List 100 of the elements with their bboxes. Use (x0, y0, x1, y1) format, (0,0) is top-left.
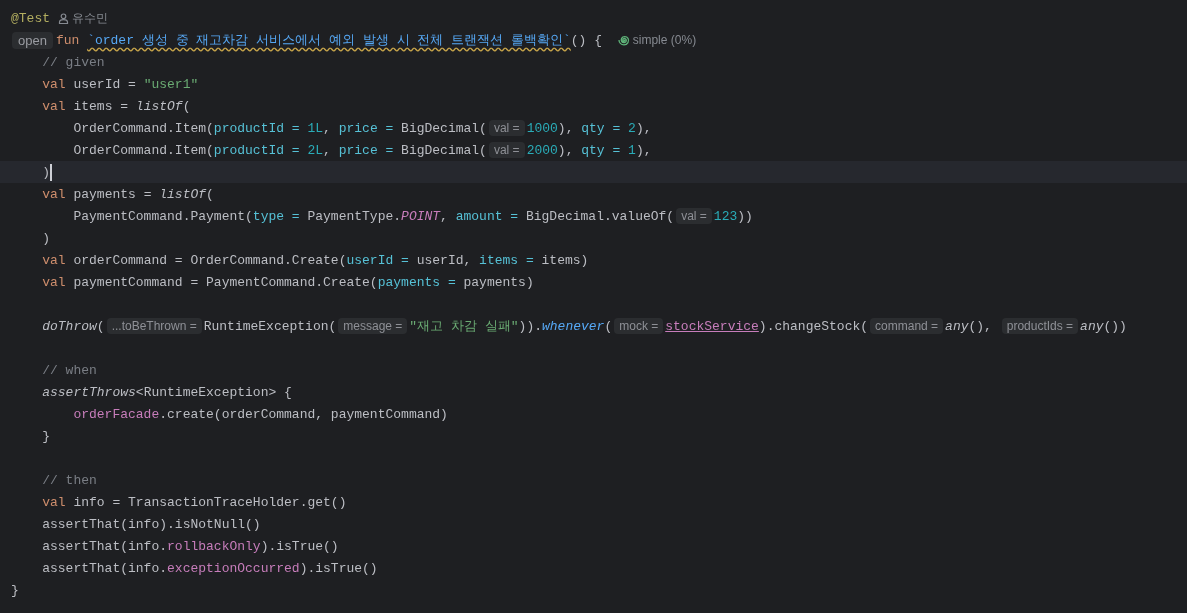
code-text: assertThat(info. (41, 538, 168, 554)
code-text: OrderCommand.Item( (72, 120, 214, 136)
code-text: ), (557, 120, 575, 136)
named-argument: productId = (213, 142, 301, 158)
code-text: ) (41, 230, 50, 246)
spiral-icon (617, 34, 630, 46)
code-text: ( (182, 98, 191, 114)
parameter-hint: mock = (614, 318, 664, 334)
code-text: , (323, 142, 332, 158)
annotation: @Test (11, 10, 50, 26)
keyword: val (41, 98, 67, 114)
function-call: listOf (135, 98, 183, 114)
code-text: BigDecimal( (401, 120, 487, 136)
code-text: ), (557, 142, 575, 158)
named-argument: items = (479, 252, 535, 268)
code-text: assertThat(info. (41, 560, 168, 576)
code-text: , (440, 208, 449, 224)
number-literal: 2L (307, 142, 324, 158)
code-text: () { (570, 32, 603, 48)
code-text: userId, (416, 252, 473, 268)
code-text: (), (968, 318, 993, 334)
code-text: BigDecimal.valueOf( (525, 208, 675, 224)
code-text: assertThat(info).isNotNull() (41, 516, 261, 532)
property-name: exceptionOccurred (167, 560, 300, 576)
parameter-hint: val = (676, 208, 712, 224)
string-literal: "재고 차감 실패" (409, 318, 519, 335)
code-text: PaymentType. (307, 208, 402, 224)
property-name: rollbackOnly (167, 538, 261, 554)
code-text: info = TransactionTraceHolder.get() (73, 494, 347, 510)
code-text: items = (73, 98, 130, 114)
number-literal: 123 (713, 208, 738, 224)
code-text: ( (96, 318, 105, 334)
code-text: ( (604, 318, 613, 334)
function-call: any (1080, 318, 1104, 334)
parameter-hint: command = (870, 318, 944, 334)
code-comment: // when (41, 362, 97, 378)
open-badge[interactable]: open (12, 31, 53, 49)
code-text: payments = (73, 186, 153, 202)
code-text: )). (518, 318, 542, 334)
keyword: val (41, 76, 67, 92)
code-text: orderCommand = OrderCommand.Create( (73, 252, 347, 268)
keyword: val (41, 186, 67, 202)
parameter-hint: productIds = (1001, 318, 1079, 334)
code-text: items) (541, 252, 589, 268)
keyword: val (41, 494, 67, 510)
keyword: val (41, 252, 67, 268)
variable-link[interactable]: stockService (665, 318, 759, 334)
function-call: assertThrows (41, 384, 136, 400)
named-argument: qty = (581, 120, 622, 136)
function-call: listOf (159, 186, 207, 202)
code-text: ()) (1103, 318, 1127, 334)
code-text: ).isTrue() (299, 560, 378, 576)
code-text: <RuntimeException> { (135, 384, 292, 400)
parameter-hint: val = (488, 120, 525, 136)
property-name: orderFacade (72, 406, 160, 422)
code-text: userId = (73, 76, 137, 92)
number-literal: 1 (628, 142, 636, 158)
number-literal: 2000 (526, 142, 558, 158)
code-text: OrderCommand.Item( (72, 142, 214, 158)
parameter-hint: ...toBeThrown = (106, 318, 202, 334)
code-comment: // then (41, 472, 97, 488)
code-text: RuntimeException( (203, 318, 337, 334)
code-text: BigDecimal( (401, 142, 487, 158)
code-text: , (323, 120, 332, 136)
code-text: ), (635, 120, 652, 136)
keyword: val (41, 274, 67, 290)
number-literal: 2 (628, 120, 636, 136)
code-text: ).isTrue() (260, 538, 339, 554)
code-text: payments) (463, 274, 534, 290)
code-text: } (41, 428, 50, 444)
named-argument: productId = (213, 120, 301, 136)
number-literal: 1L (307, 120, 324, 136)
number-literal: 1000 (526, 120, 558, 136)
code-text: .create(orderCommand, paymentCommand) (159, 406, 448, 422)
named-argument: amount = (455, 208, 520, 224)
enum-constant: POINT (401, 208, 441, 224)
keyword: fun (55, 32, 81, 48)
code-text: } (11, 582, 19, 598)
function-call: whenever (542, 318, 605, 334)
code-text: paymentCommand = PaymentCommand.Create( (73, 274, 378, 290)
author-name[interactable]: 유수민 (72, 9, 108, 27)
string-literal: "user1" (143, 76, 199, 92)
function-call: any (945, 318, 969, 334)
code-text: ).changeStock( (758, 318, 869, 334)
named-argument: price = (338, 120, 395, 136)
code-text: )) (737, 208, 753, 224)
code-text: ), (635, 142, 652, 158)
person-icon (58, 12, 69, 24)
complexity-hint[interactable]: simple (0%) (632, 33, 697, 47)
code-text: ( (206, 186, 214, 202)
named-argument: userId = (346, 252, 410, 268)
code-comment: // given (41, 54, 105, 70)
code-text: PaymentCommand.Payment( (72, 208, 253, 224)
function-call: doThrow (41, 318, 97, 334)
function-name: `order 생성 중 재고차감 서비스에서 예외 발생 시 전체 트랜잭션 롤백확인` (87, 32, 571, 49)
parameter-hint: message = (338, 318, 408, 334)
named-argument: price = (338, 142, 395, 158)
code-text: ) (41, 164, 50, 180)
named-argument: qty = (581, 142, 622, 158)
named-argument: payments = (377, 274, 457, 290)
